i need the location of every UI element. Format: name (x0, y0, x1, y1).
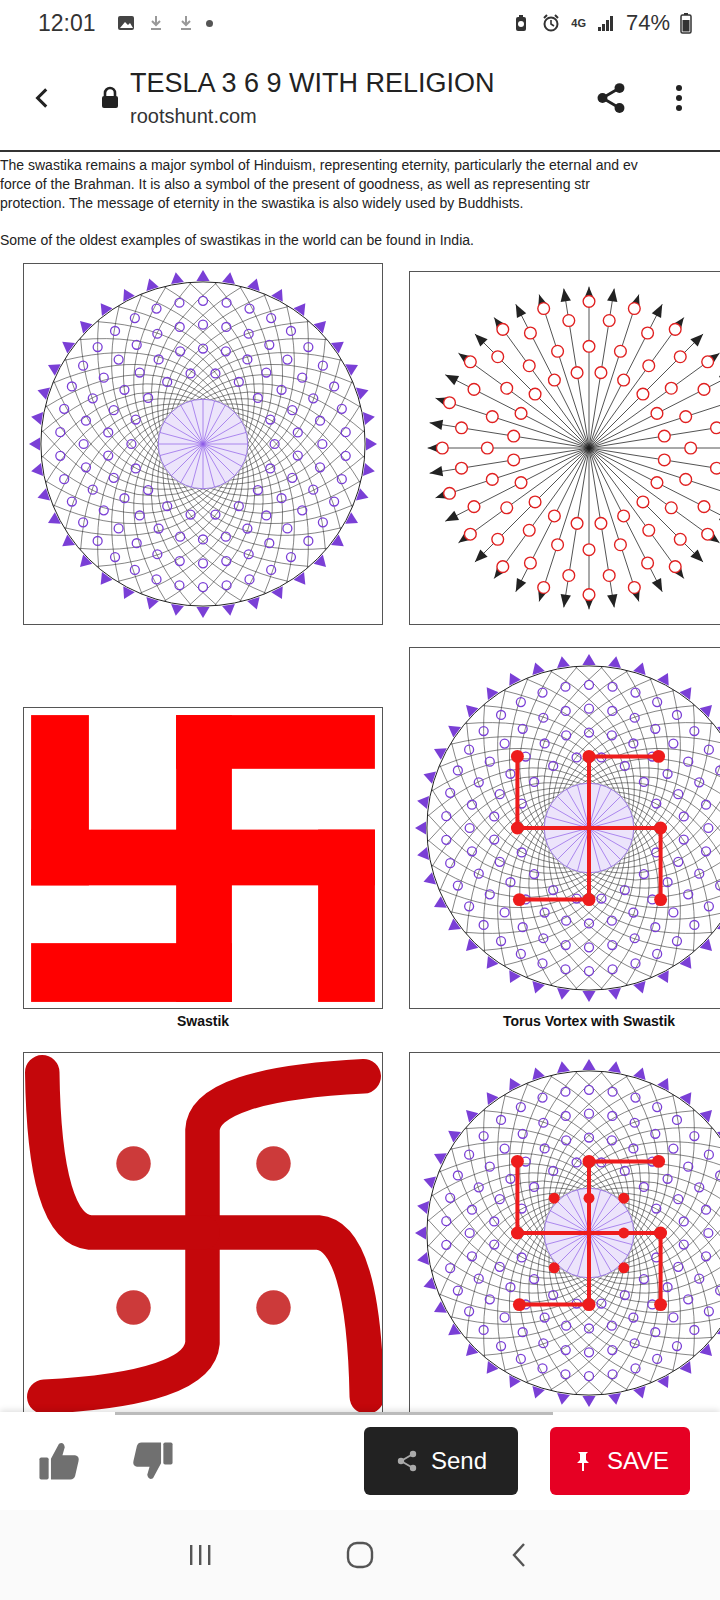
swastik-icon (24, 708, 382, 1008)
system-nav-bar (0, 1510, 720, 1600)
action-bar: Send SAVE (0, 1412, 720, 1510)
gallery-item[interactable] (409, 1052, 720, 1414)
figure-frame (409, 271, 720, 625)
figure-frame (23, 263, 383, 625)
lock-icon (100, 86, 120, 110)
figure-frame (23, 1052, 383, 1414)
share-icon[interactable] (594, 81, 628, 115)
radiating-arrows-icon (410, 272, 720, 624)
battery-saver-icon (511, 13, 531, 33)
gallery-icon (116, 13, 136, 33)
save-button[interactable]: SAVE (550, 1427, 690, 1495)
figure-caption: Torus Vortex with Swastik (409, 1009, 720, 1030)
article-text: The swastika remains a major symbol of H… (0, 152, 720, 250)
page-content: The swastika remains a major symbol of H… (0, 152, 720, 1510)
send-button[interactable]: Send (364, 1427, 518, 1495)
torus-vortex-icon (24, 264, 382, 624)
figure-frame (23, 707, 383, 1009)
home-icon[interactable] (345, 1540, 375, 1570)
text-line: Some of the oldest examples of swastikas… (0, 231, 720, 250)
battery-level: 74% (626, 10, 670, 36)
paragraph: The swastika remains a major symbol of H… (0, 156, 720, 213)
share-icon (395, 1449, 419, 1473)
torus-vortex-icon (410, 1053, 720, 1413)
page-url: rootshunt.com (130, 105, 594, 128)
pin-icon (571, 1449, 595, 1473)
browser-bar: TESLA 3 6 9 WITH RELIGION rootshunt.com (0, 46, 720, 152)
torus-vortex-icon (410, 648, 720, 1008)
text-line: The swastika remains a major symbol of H… (0, 156, 720, 175)
clock: 12:01 (38, 10, 96, 37)
text-line: force of the Brahman. It is also a symbo… (0, 175, 720, 194)
send-label: Send (431, 1447, 487, 1475)
recent-apps-icon[interactable] (185, 1540, 215, 1570)
figure-caption: Swastik (23, 1009, 383, 1030)
gallery-item[interactable] (23, 1052, 383, 1414)
status-bar: 12:01 4G 74% (0, 0, 720, 46)
gallery-item[interactable]: Torus Vortex with Swastik (409, 647, 720, 1030)
gallery-item[interactable]: Swastik (23, 707, 383, 1030)
thumbs-up-icon[interactable] (36, 1438, 82, 1484)
gallery-item[interactable] (23, 263, 383, 625)
figure-frame (409, 1052, 720, 1414)
download-icon (176, 13, 196, 33)
alarm-icon (541, 13, 561, 33)
image-gallery: Swastik Torus Vortex with Swastik (0, 263, 720, 1414)
notification-dot (206, 20, 213, 27)
figure-frame (409, 647, 720, 1009)
thumbs-down-icon[interactable] (130, 1438, 176, 1484)
page-title-block[interactable]: TESLA 3 6 9 WITH RELIGION rootshunt.com (130, 68, 594, 128)
back-nav-icon[interactable] (505, 1540, 535, 1570)
scroll-indicator (115, 1412, 553, 1415)
network-type: 4G (571, 17, 586, 29)
paragraph: Some of the oldest examples of swastikas… (0, 231, 720, 250)
phone-screen: 12:01 4G 74% TESLA 3 6 9 WITH RELIGION r… (0, 0, 720, 1600)
back-icon[interactable] (30, 85, 56, 111)
swastik-dots-icon (24, 1053, 382, 1413)
save-label: SAVE (607, 1447, 669, 1475)
page-title: TESLA 3 6 9 WITH RELIGION (130, 68, 594, 99)
signal-icon (596, 13, 616, 33)
more-icon[interactable] (674, 83, 684, 113)
battery-icon (680, 12, 692, 34)
download-icon (146, 13, 166, 33)
gallery-item[interactable] (409, 271, 720, 625)
text-line: protection. The message of eternity in t… (0, 194, 720, 213)
